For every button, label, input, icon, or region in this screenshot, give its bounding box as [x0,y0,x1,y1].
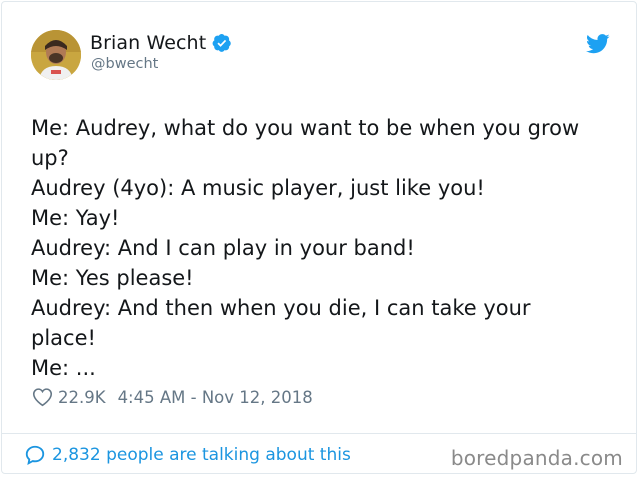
avatar[interactable] [31,30,81,80]
author-name-row[interactable]: Brian Wecht [90,32,232,54]
heart-icon[interactable] [32,387,53,407]
speech-bubble-icon [25,445,45,465]
tweet-line: Audrey: And then when you die, I can tak… [31,296,531,320]
watermark: boredpanda.com [450,446,623,470]
tweet-line: Me: Audrey, what do you want to be when … [31,116,580,140]
like-count[interactable]: 22.9K [58,388,106,407]
tweet-line: up? [31,146,69,170]
talking-label[interactable]: 2,832 people are talking about this [52,445,351,465]
tweet-line: place! [31,326,96,350]
tweet-text: Me: Audrey, what do you want to be when … [31,113,621,383]
author-handle[interactable]: @bwecht [91,56,158,72]
tweet-line: Audrey (4yo): A music player, just like … [31,176,485,200]
twitter-bird-icon[interactable] [586,34,610,54]
author-name[interactable]: Brian Wecht [90,32,206,54]
verified-badge-icon [212,34,232,52]
footer-divider [2,433,636,434]
tweet-timestamp[interactable]: 4:45 AM - Nov 12, 2018 [118,388,313,407]
avatar-photo-icon [31,30,81,80]
tweet-line: Me: Yes please! [31,266,194,290]
tweet-card: Brian Wecht @bwecht Me: Audrey, what do … [1,1,637,474]
talking-link[interactable]: 2,832 people are talking about this [24,444,351,466]
tweet-line: Audrey: And I can play in your band! [31,236,415,260]
tweet-meta: 22.9K 4:45 AM - Nov 12, 2018 [32,387,313,407]
tweet-line: Me: Yay! [31,206,120,230]
tweet-line: Me: ... [31,356,96,380]
